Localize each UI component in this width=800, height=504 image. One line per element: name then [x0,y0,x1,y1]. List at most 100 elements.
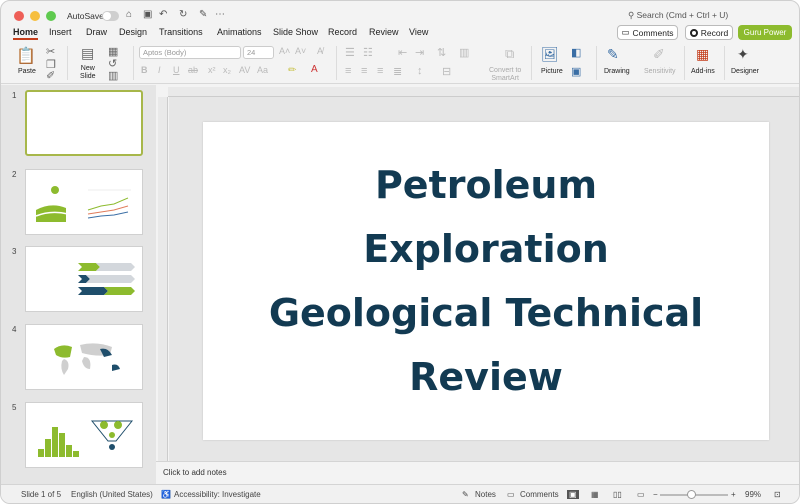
notes-placeholder: Click to add notes [163,468,227,477]
autosave-toggle[interactable] [102,11,119,21]
tab-record[interactable]: Record [328,27,357,37]
zoom-out-icon[interactable]: − [653,490,658,499]
bullets-icon[interactable]: ☰ [345,46,355,59]
decrease-font-icon[interactable]: A˅ [295,46,306,56]
zoom-in-icon[interactable]: + [731,490,736,499]
character-spacing-icon[interactable]: AV [239,65,250,75]
tab-slide-show[interactable]: Slide Show [273,27,318,37]
textbox-icon[interactable]: ▣ [571,65,581,78]
drawing-icon[interactable]: ✎ [607,46,619,63]
font-size-field[interactable]: 24 [243,46,274,59]
new-slide-icon[interactable]: ▤ [81,45,94,62]
format-brush-icon[interactable]: ✐ [46,69,55,82]
more-icon[interactable]: ⋯ [215,9,225,20]
align-left-icon[interactable]: ≡ [345,65,351,77]
text-direction-icon[interactable]: ⇅ [437,46,446,59]
slide-thumbnail-3[interactable] [25,246,143,312]
slide-thumbnail-4[interactable] [25,324,143,390]
record-button[interactable]: Record [685,25,733,40]
superscript-icon[interactable]: x² [208,65,216,75]
tab-animations[interactable]: Animations [217,27,262,37]
separator [336,46,337,80]
shapes-icon[interactable]: ◧ [571,46,581,59]
redo-icon[interactable]: ↻ [179,9,187,20]
search-icon: ⚲ [628,10,635,20]
vertical-ruler [158,97,168,461]
search-field[interactable]: ⚲ Search (Cmd + Ctrl + U) [628,10,728,21]
language-indicator[interactable]: English (United States) [71,490,153,499]
decrease-indent-icon[interactable]: ⇤ [398,46,407,59]
cut-icon[interactable]: ✂ [46,45,55,58]
slide-title[interactable]: Petroleum Exploration Geological Technic… [236,153,736,409]
close-window-button[interactable] [14,11,24,21]
sensitivity-label: Sensitivity [644,68,676,75]
undo-icon[interactable]: ↶ [159,9,167,20]
section-icon[interactable]: ▥ [108,69,118,82]
slide-thumbnail-2[interactable] [25,169,143,235]
designer-icon[interactable]: ✦ [737,46,749,63]
change-case-icon[interactable]: Aa [257,65,268,75]
title-line: Exploration [363,227,609,271]
underline-icon[interactable]: U [173,65,180,75]
tab-home[interactable]: Home [13,27,39,40]
minimize-window-button[interactable] [30,11,40,21]
tab-design[interactable]: Design [119,27,147,37]
slide-thumbnail-5[interactable] [25,402,143,468]
slide-sorter-icon[interactable]: ▦ [591,490,599,499]
picture-icon[interactable]: 🖼 [541,46,559,63]
tab-transitions[interactable]: Transitions [159,27,203,37]
font-name-field[interactable]: Aptos (Body) [139,46,241,59]
increase-indent-icon[interactable]: ⇥ [415,46,424,59]
fit-slide-icon[interactable]: ⊡ [774,490,781,499]
slideshow-view-icon[interactable]: ▭ [637,490,645,499]
line-spacing-icon[interactable]: ↕ [417,65,423,77]
zoom-window-button[interactable] [46,11,56,21]
guru-power-button[interactable]: Guru Power [738,25,792,40]
numbering-icon[interactable]: ☷ [363,46,373,59]
comments-button[interactable]: ▭ Comments [617,25,678,40]
home-icon[interactable]: ⌂ [126,9,132,20]
farm-chart-preview [35,186,131,222]
zoom-slider-handle[interactable] [687,490,696,499]
tab-view[interactable]: View [409,27,428,37]
format-painter-icon[interactable]: ✎ [199,9,207,20]
tab-draw[interactable]: Draw [86,27,107,37]
strikethrough-icon[interactable]: ab [188,65,198,75]
paste-icon[interactable]: 📋 [16,46,36,66]
normal-view-icon[interactable]: ▣ [567,490,579,499]
accessibility-status[interactable]: Accessibility: Investigate [174,490,261,499]
clear-format-icon[interactable]: A̸ [317,46,323,56]
notes-toggle[interactable]: Notes [475,490,496,499]
bold-icon[interactable]: B [141,65,148,75]
smartart-icon[interactable]: ⧉ [505,46,514,62]
tab-review[interactable]: Review [369,27,399,37]
title-line: Geological Technical [268,291,704,335]
zoom-level[interactable]: 99% [745,490,761,499]
comments-toggle[interactable]: Comments [520,490,559,499]
separator [133,46,134,80]
align-right-icon[interactable]: ≡ [377,65,383,77]
highlight-icon[interactable]: ✏ [288,65,296,76]
notes-icon: ✎ [462,490,469,499]
slide-number: 5 [12,403,17,412]
font-color-icon[interactable]: A [311,64,318,75]
slide-thumbnail-1[interactable] [25,90,143,156]
subscript-icon[interactable]: x₂ [223,65,231,75]
justify-icon[interactable]: ≣ [393,65,402,78]
powerpoint-window: AutoSave ⌂ ▣ ↶ ↻ ✎ ⋯ ⚲ Search (Cmd + Ctr… [0,0,800,504]
addins-icon[interactable]: ▦ [696,46,709,63]
save-icon[interactable]: ▣ [143,9,152,20]
current-slide[interactable]: Petroleum Exploration Geological Technic… [203,122,769,440]
sensitivity-icon[interactable]: ✐ [653,46,665,63]
align-center-icon[interactable]: ≡ [361,65,367,77]
align-text-icon[interactable]: ⊟ [442,65,451,78]
separator [531,46,532,80]
italic-icon[interactable]: I [158,65,161,75]
increase-font-icon[interactable]: A˄ [279,46,290,56]
separator [596,46,597,80]
autosave-label: AutoSave [67,11,104,21]
notes-pane[interactable]: Click to add notes [156,461,799,483]
tab-insert[interactable]: Insert [49,27,72,37]
reading-view-icon[interactable]: ▯▯ [613,490,622,499]
columns-icon[interactable]: ▥ [459,46,469,59]
